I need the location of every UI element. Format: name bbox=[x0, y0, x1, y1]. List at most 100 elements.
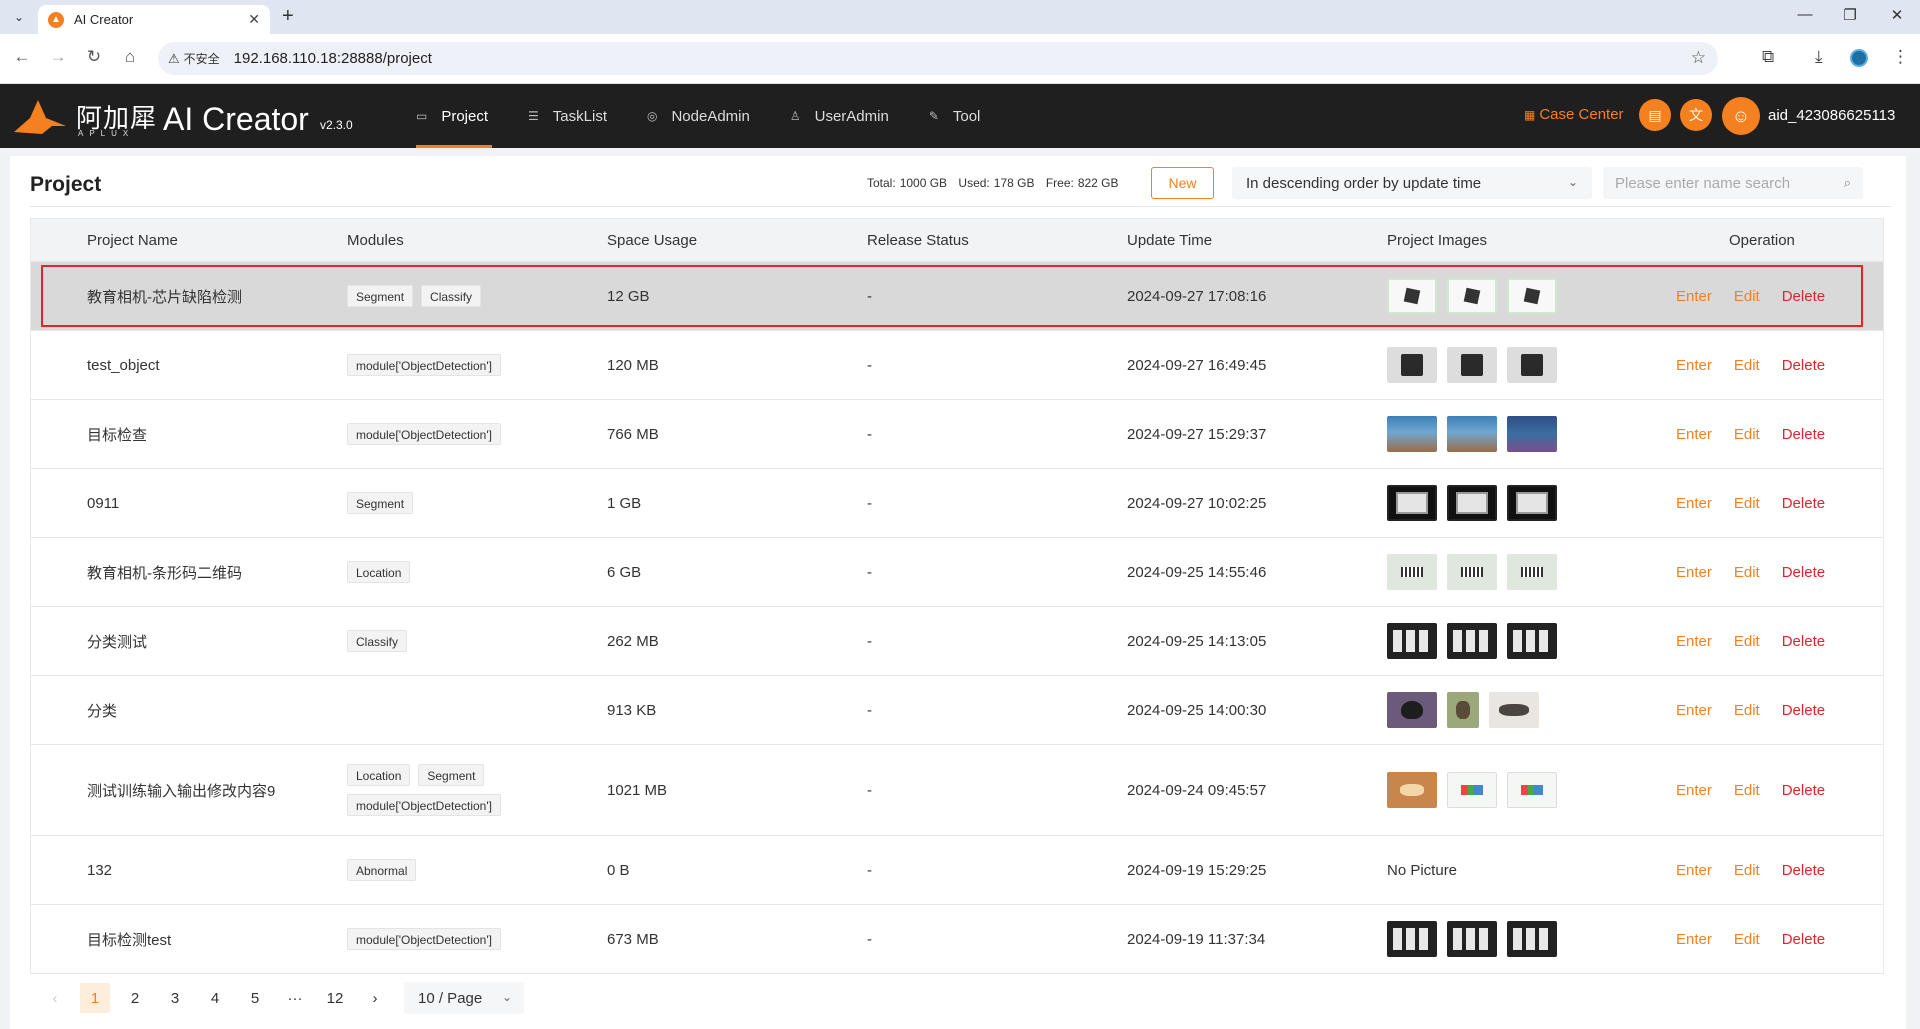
language-translate-icon[interactable]: 文 bbox=[1680, 99, 1712, 131]
url-text[interactable]: 192.168.110.18:28888/project bbox=[234, 50, 432, 67]
project-image-thumbnail[interactable] bbox=[1447, 347, 1497, 383]
project-image-thumbnail[interactable] bbox=[1507, 772, 1557, 808]
extensions-icon[interactable]: ⧉ bbox=[1762, 47, 1774, 67]
profile-avatar[interactable] bbox=[1850, 49, 1868, 67]
project-image-thumbnail[interactable] bbox=[1447, 692, 1479, 728]
address-bar[interactable]: ⚠ 不安全 192.168.110.18:28888/project ☆ bbox=[158, 42, 1718, 75]
enter-link[interactable]: Enter bbox=[1676, 357, 1712, 374]
project-image-thumbnail[interactable] bbox=[1447, 485, 1497, 521]
nav-nodeadmin[interactable]: ◎ NodeAdmin bbox=[647, 84, 750, 148]
search-box[interactable]: ⌕ bbox=[1603, 167, 1863, 199]
edit-link[interactable]: Edit bbox=[1734, 357, 1760, 374]
page-number[interactable]: 12 bbox=[320, 983, 350, 1013]
delete-link[interactable]: Delete bbox=[1782, 564, 1825, 581]
table-row[interactable]: test_object module['ObjectDetection'] 12… bbox=[31, 330, 1883, 399]
new-tab-icon[interactable]: + bbox=[282, 5, 294, 28]
nav-tool[interactable]: ✎ Tool bbox=[929, 84, 981, 148]
sort-select[interactable]: In descending order by update time ⌄ bbox=[1232, 167, 1592, 199]
project-image-thumbnail[interactable] bbox=[1447, 416, 1497, 452]
prev-page-icon[interactable]: ‹ bbox=[40, 983, 70, 1013]
enter-link[interactable]: Enter bbox=[1676, 931, 1712, 948]
table-row[interactable]: 目标检测test module['ObjectDetection'] 673 M… bbox=[31, 904, 1883, 973]
project-image-thumbnail[interactable] bbox=[1507, 554, 1557, 590]
delete-link[interactable]: Delete bbox=[1782, 495, 1825, 512]
nav-project[interactable]: ▭ Project bbox=[416, 84, 493, 148]
enter-link[interactable]: Enter bbox=[1676, 633, 1712, 650]
edit-link[interactable]: Edit bbox=[1734, 426, 1760, 443]
edit-link[interactable]: Edit bbox=[1734, 702, 1760, 719]
project-image-thumbnail[interactable] bbox=[1387, 554, 1437, 590]
edit-link[interactable]: Edit bbox=[1734, 862, 1760, 879]
home-icon[interactable]: ⌂ bbox=[118, 47, 142, 67]
reload-icon[interactable]: ↻ bbox=[82, 47, 106, 67]
delete-link[interactable]: Delete bbox=[1782, 633, 1825, 650]
enter-link[interactable]: Enter bbox=[1676, 426, 1712, 443]
project-image-thumbnail[interactable] bbox=[1387, 692, 1437, 728]
nav-tasklist[interactable]: ☰ TaskList bbox=[528, 84, 607, 148]
next-page-icon[interactable]: › bbox=[360, 983, 390, 1013]
restore-icon[interactable]: ❐ bbox=[1835, 6, 1865, 24]
page-number[interactable]: 2 bbox=[120, 983, 150, 1013]
minimize-icon[interactable]: — bbox=[1790, 6, 1820, 23]
table-row[interactable]: 0911 Segment 1 GB - 2024-09-27 10:02:25 … bbox=[31, 468, 1883, 537]
bookmark-star-icon[interactable]: ☆ bbox=[1691, 48, 1706, 68]
project-image-thumbnail[interactable] bbox=[1387, 921, 1437, 957]
tab-close-icon[interactable]: ✕ bbox=[248, 11, 260, 28]
table-row[interactable]: 分类 913 KB - 2024-09-25 14:00:30 Enter Ed… bbox=[31, 675, 1883, 744]
edit-link[interactable]: Edit bbox=[1734, 288, 1760, 305]
project-image-thumbnail[interactable] bbox=[1447, 554, 1497, 590]
edit-link[interactable]: Edit bbox=[1734, 564, 1760, 581]
project-image-thumbnail[interactable] bbox=[1447, 278, 1497, 314]
project-image-thumbnail[interactable] bbox=[1387, 623, 1437, 659]
enter-link[interactable]: Enter bbox=[1676, 782, 1712, 799]
enter-link[interactable]: Enter bbox=[1676, 862, 1712, 879]
project-image-thumbnail[interactable] bbox=[1507, 347, 1557, 383]
page-number[interactable]: 1 bbox=[80, 983, 110, 1013]
search-input[interactable] bbox=[1615, 174, 1825, 192]
edit-link[interactable]: Edit bbox=[1734, 782, 1760, 799]
docs-book-icon[interactable]: ▤ bbox=[1639, 99, 1671, 131]
back-icon[interactable]: ← bbox=[10, 47, 34, 67]
browser-menu-icon[interactable]: ⋮ bbox=[1892, 47, 1909, 67]
edit-link[interactable]: Edit bbox=[1734, 495, 1760, 512]
project-image-thumbnail[interactable] bbox=[1507, 623, 1557, 659]
project-image-thumbnail[interactable] bbox=[1507, 416, 1557, 452]
table-row[interactable]: 分类测试 Classify 262 MB - 2024-09-25 14:13:… bbox=[31, 606, 1883, 675]
delete-link[interactable]: Delete bbox=[1782, 782, 1825, 799]
project-image-thumbnail[interactable] bbox=[1507, 278, 1557, 314]
project-image-thumbnail[interactable] bbox=[1387, 347, 1437, 383]
project-image-thumbnail[interactable] bbox=[1507, 921, 1557, 957]
project-image-thumbnail[interactable] bbox=[1447, 921, 1497, 957]
new-project-button[interactable]: New bbox=[1151, 167, 1214, 199]
forward-icon[interactable]: → bbox=[46, 47, 70, 67]
table-row[interactable]: 教育相机-条形码二维码 Location 6 GB - 2024-09-25 1… bbox=[31, 537, 1883, 606]
window-close-icon[interactable]: ✕ bbox=[1882, 6, 1912, 24]
edit-link[interactable]: Edit bbox=[1734, 633, 1760, 650]
delete-link[interactable]: Delete bbox=[1782, 426, 1825, 443]
table-row[interactable]: 132 Abnormal 0 B - 2024-09-19 15:29:25 N… bbox=[31, 835, 1883, 904]
table-row[interactable]: 教育相机-芯片缺陷检测 Segment Classify 12 GB - 2024… bbox=[31, 261, 1883, 330]
pagination-ellipsis[interactable]: ··· bbox=[280, 983, 310, 1013]
project-image-thumbnail[interactable] bbox=[1507, 485, 1557, 521]
page-size-select[interactable]: 10 / Page ⌄ bbox=[404, 982, 524, 1014]
delete-link[interactable]: Delete bbox=[1782, 931, 1825, 948]
project-image-thumbnail[interactable] bbox=[1387, 416, 1437, 452]
project-image-thumbnail[interactable] bbox=[1387, 772, 1437, 808]
download-icon[interactable]: ⤓ bbox=[1815, 47, 1823, 67]
case-center-link[interactable]: ▦ Case Center bbox=[1524, 106, 1624, 123]
delete-link[interactable]: Delete bbox=[1782, 357, 1825, 374]
table-row[interactable]: 测试训练输入输出修改内容9 Location Segment module['Obj… bbox=[31, 744, 1883, 835]
tab-search-chevron-icon[interactable]: ⌄ bbox=[8, 7, 30, 27]
user-avatar-icon[interactable]: ☺ bbox=[1722, 97, 1760, 135]
page-number[interactable]: 3 bbox=[160, 983, 190, 1013]
project-image-thumbnail[interactable] bbox=[1387, 278, 1437, 314]
delete-link[interactable]: Delete bbox=[1782, 702, 1825, 719]
table-row[interactable]: 目标检查 module['ObjectDetection'] 766 MB - … bbox=[31, 399, 1883, 468]
project-image-thumbnail[interactable] bbox=[1447, 623, 1497, 659]
browser-tab[interactable]: ▲ AI Creator ✕ bbox=[38, 5, 270, 34]
delete-link[interactable]: Delete bbox=[1782, 862, 1825, 879]
page-number[interactable]: 4 bbox=[200, 983, 230, 1013]
delete-link[interactable]: Delete bbox=[1782, 288, 1825, 305]
project-image-thumbnail[interactable] bbox=[1489, 692, 1539, 728]
enter-link[interactable]: Enter bbox=[1676, 288, 1712, 305]
